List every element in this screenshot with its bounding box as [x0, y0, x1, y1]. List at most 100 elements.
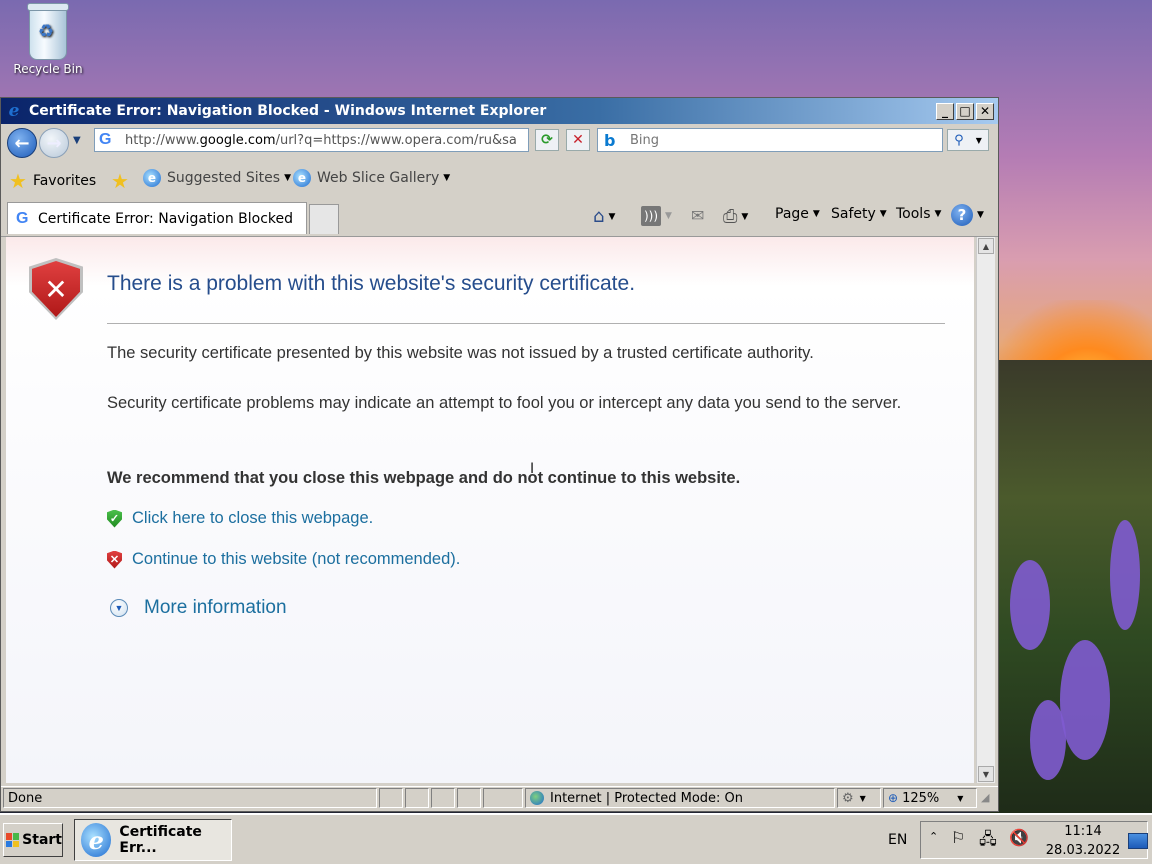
windows-flag-icon — [6, 833, 20, 847]
search-button[interactable]: ⚲ ▼ — [947, 129, 989, 151]
page-menu[interactable]: Page ▼ — [775, 206, 820, 222]
favorites-bar: ★ Favorites ★ e Suggested Sites ▼ e Web … — [1, 162, 998, 196]
page-menu-label: Page — [775, 206, 809, 222]
title-bar[interactable]: e Certificate Error: Navigation Blocked … — [1, 98, 998, 124]
read-mail-button[interactable]: ✉ — [691, 206, 704, 225]
wallpaper-flower — [1060, 640, 1110, 760]
suggested-sites-button[interactable]: e Suggested Sites ▼ — [143, 169, 291, 187]
page-title: There is a problem with this website's s… — [107, 272, 636, 295]
tab-label: Certificate Error: Navigation Blocked — [38, 210, 294, 227]
favorites-label: Favorites — [32, 173, 97, 189]
address-input[interactable]: G http://www.google.com/url?q=https://ww… — [94, 128, 529, 152]
address-text: http://www.google.com/url?q=https://www.… — [125, 132, 517, 148]
language-indicator[interactable]: EN — [888, 823, 907, 857]
stop-button[interactable]: ✕ — [566, 129, 590, 151]
clock-date: 28.03.2022 — [1045, 843, 1121, 858]
security-zone[interactable]: Internet | Protected Mode: On — [525, 788, 835, 808]
safety-menu[interactable]: Safety ▼ — [831, 206, 887, 222]
resize-grip-icon[interactable]: ◢ — [981, 791, 989, 804]
system-clock[interactable]: 11:14 28.03.2022 — [1040, 822, 1126, 860]
mail-icon: ✉ — [691, 206, 705, 225]
maximize-button[interactable]: □ — [956, 102, 974, 120]
new-tab-button[interactable] — [309, 204, 339, 234]
start-button[interactable]: Start — [3, 823, 63, 857]
zoom-level: 125% — [902, 790, 940, 806]
ie-mini-icon: e — [143, 169, 161, 187]
taskbar: Start e Certificate Err... EN ⌃ ⚐ 🖧 🔇 11… — [0, 813, 1152, 864]
close-webpage-label: Click here to close this webpage. — [132, 509, 374, 527]
ie-logo-icon: e — [81, 823, 112, 857]
volume-muted-icon[interactable]: 🔇 — [1009, 828, 1029, 847]
recommendation-text: We recommend that you close this webpage… — [107, 469, 741, 487]
close-button[interactable]: ✕ — [976, 102, 994, 120]
divider — [107, 323, 945, 324]
web-slice-gallery-label: Web Slice Gallery — [317, 170, 440, 186]
security-zone-label: Internet | Protected Mode: On — [550, 790, 744, 806]
wallpaper-flower — [1010, 560, 1050, 650]
show-hidden-icons-icon[interactable]: ⌃ — [929, 830, 938, 843]
status-pane — [457, 788, 481, 808]
add-to-favorites-bar-button[interactable]: ★ — [111, 169, 129, 193]
more-information-toggle[interactable]: ▼ More information — [110, 597, 287, 619]
chevron-down-icon: ▼ — [608, 211, 616, 222]
recent-pages-dropdown-icon[interactable]: ▼ — [73, 135, 81, 146]
tools-menu[interactable]: Tools ▼ — [896, 206, 941, 222]
status-text: Done — [8, 790, 43, 806]
home-icon: ⌂ — [593, 206, 605, 227]
taskbar-ie-label: Certificate Err... — [119, 824, 202, 856]
tab-certificate-error[interactable]: G Certificate Error: Navigation Blocked — [7, 202, 307, 234]
status-pane — [379, 788, 403, 808]
search-options-dropdown-icon[interactable]: ▼ — [976, 136, 982, 145]
chevron-down-icon: ▼ — [859, 793, 866, 803]
language-label: EN — [888, 832, 908, 848]
continue-website-label: Continue to this website (not recommende… — [132, 550, 461, 568]
search-input[interactable] — [628, 131, 932, 149]
fool-warning-text: Security certificate problems may indica… — [107, 394, 902, 412]
back-button[interactable]: ← — [7, 128, 37, 158]
recycle-bin-desktop-icon[interactable]: Recycle Bin — [8, 3, 88, 76]
zoom-control[interactable]: ⊕ 125% ▼ — [883, 788, 977, 808]
google-favicon-icon: G — [16, 209, 29, 227]
suggested-sites-label: Suggested Sites — [167, 170, 281, 186]
bing-icon: b — [604, 130, 616, 150]
ie-logo-icon: e — [8, 101, 20, 121]
forward-button[interactable]: → — [39, 128, 69, 158]
status-pane — [405, 788, 429, 808]
network-icon[interactable]: 🖧 — [979, 828, 997, 855]
chevron-down-icon: ▼ — [934, 209, 942, 219]
home-button[interactable]: ⌂ ▼ — [593, 206, 615, 227]
scroll-down-icon[interactable]: ▼ — [978, 766, 994, 782]
feeds-button[interactable]: ))) ▼ — [641, 206, 672, 226]
scroll-up-icon[interactable]: ▲ — [978, 238, 994, 254]
refresh-button[interactable]: ⟳ — [535, 129, 559, 151]
green-shield-check-icon: ✓ — [107, 509, 122, 528]
continue-website-link[interactable]: ✕ Continue to this website (not recommen… — [107, 550, 460, 569]
zoom-icon: ⊕ — [888, 791, 899, 805]
minimize-button[interactable]: _ — [936, 102, 954, 120]
help-menu[interactable]: ? ▼ — [951, 204, 984, 226]
status-pane — [431, 788, 455, 808]
chevron-down-icon: ▼ — [284, 173, 291, 183]
add-ons-status[interactable]: ⚙ ▼ — [837, 788, 881, 808]
window-title: Certificate Error: Navigation Blocked - … — [29, 103, 547, 119]
recycle-bin-icon — [27, 3, 69, 60]
chevron-down-icon: ▼ — [443, 173, 451, 183]
print-button[interactable]: ⎙ ▼ — [723, 206, 748, 227]
taskbar-ie-button[interactable]: e Certificate Err... — [74, 819, 232, 861]
search-box[interactable]: b — [597, 128, 943, 152]
text-cursor-icon: I — [530, 461, 535, 477]
expand-chevron-icon: ▼ — [110, 599, 128, 617]
show-desktop-button[interactable] — [1128, 833, 1148, 849]
action-center-flag-icon[interactable]: ⚐ — [951, 828, 965, 847]
safety-menu-label: Safety — [831, 206, 876, 222]
ie-window: e Certificate Error: Navigation Blocked … — [0, 97, 999, 812]
chevron-down-icon: ▼ — [665, 211, 672, 221]
wallpaper-flower — [1110, 520, 1140, 630]
tab-row: G Certificate Error: Navigation Blocked … — [1, 198, 998, 237]
vertical-scrollbar[interactable]: ▲ ▼ — [976, 237, 995, 783]
favorites-star-icon: ★ — [9, 169, 27, 193]
favorites-button[interactable]: ★ Favorites — [9, 169, 96, 193]
web-slice-gallery-button[interactable]: e Web Slice Gallery ▼ — [293, 169, 450, 187]
recycle-bin-label: Recycle Bin — [13, 62, 83, 76]
close-webpage-link[interactable]: ✓ Click here to close this webpage. — [107, 509, 373, 528]
